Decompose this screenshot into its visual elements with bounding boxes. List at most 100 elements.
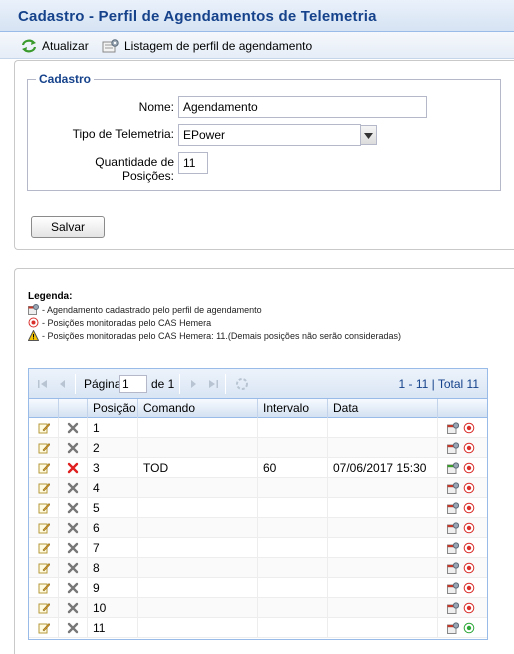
cell-interval bbox=[258, 418, 328, 438]
delete-icon[interactable] bbox=[67, 442, 79, 454]
delete-icon[interactable] bbox=[67, 502, 79, 514]
column-header-command[interactable]: Comando bbox=[138, 399, 258, 418]
table-row[interactable]: 7 bbox=[29, 538, 487, 558]
edit-icon[interactable] bbox=[38, 482, 51, 494]
edit-icon[interactable] bbox=[38, 582, 51, 594]
edit-icon[interactable] bbox=[38, 622, 51, 634]
schedule-profile-icon[interactable] bbox=[447, 462, 460, 474]
cell-command bbox=[138, 538, 258, 558]
pagination-toolbar: Página de 1 1 - 11 | Total 11 bbox=[29, 369, 487, 399]
table-row[interactable]: 6 bbox=[29, 518, 487, 538]
delete-icon[interactable] bbox=[67, 462, 79, 474]
cell-command bbox=[138, 498, 258, 518]
table-row[interactable]: 3 TOD 60 07/06/2017 15:30 bbox=[29, 458, 487, 478]
delete-icon[interactable] bbox=[67, 522, 79, 534]
cell-interval bbox=[258, 538, 328, 558]
cell-position: 11 bbox=[88, 618, 138, 638]
table-row[interactable]: 9 bbox=[29, 578, 487, 598]
edit-icon[interactable] bbox=[38, 442, 51, 454]
delete-icon[interactable] bbox=[67, 562, 79, 574]
table-row[interactable]: 2 bbox=[29, 438, 487, 458]
monitor-status-icon[interactable] bbox=[463, 582, 475, 594]
quantity-label: Quantidade de Posições: bbox=[68, 155, 174, 183]
monitor-status-icon[interactable] bbox=[463, 422, 475, 434]
cell-interval bbox=[258, 518, 328, 538]
table-row[interactable]: 1 bbox=[29, 418, 487, 438]
schedule-profile-icon[interactable] bbox=[447, 502, 460, 514]
last-page-icon[interactable] bbox=[207, 378, 219, 390]
monitor-status-icon[interactable] bbox=[463, 602, 475, 614]
delete-icon[interactable] bbox=[67, 582, 79, 594]
cell-date bbox=[328, 558, 438, 578]
reload-icon[interactable] bbox=[235, 377, 249, 391]
cell-interval bbox=[258, 498, 328, 518]
monitor-status-icon[interactable] bbox=[463, 502, 475, 514]
delete-icon[interactable] bbox=[67, 542, 79, 554]
legend-text-scheduled: - Agendamento cadastrado pelo perfil de … bbox=[42, 304, 262, 315]
status-column-header bbox=[438, 399, 487, 418]
schedule-profile-icon[interactable] bbox=[447, 602, 460, 614]
edit-icon[interactable] bbox=[38, 422, 51, 434]
cell-interval bbox=[258, 438, 328, 458]
table-row[interactable]: 4 bbox=[29, 478, 487, 498]
edit-icon[interactable] bbox=[38, 602, 51, 614]
monitor-status-icon[interactable] bbox=[463, 442, 475, 454]
cell-position: 5 bbox=[88, 498, 138, 518]
pager-separator bbox=[75, 374, 76, 394]
table-row[interactable]: 8 bbox=[29, 558, 487, 578]
schedule-profile-icon[interactable] bbox=[447, 562, 460, 574]
monitor-status-icon[interactable] bbox=[463, 622, 475, 634]
schedule-profile-icon[interactable] bbox=[447, 522, 460, 534]
legend-item-monitored: - Posições monitoradas pelo CAS Hemera bbox=[28, 317, 211, 328]
schedule-profile-icon[interactable] bbox=[447, 422, 460, 434]
monitor-status-icon[interactable] bbox=[463, 522, 475, 534]
cell-command bbox=[138, 418, 258, 438]
edit-icon[interactable] bbox=[38, 562, 51, 574]
cell-position: 9 bbox=[88, 578, 138, 598]
first-page-icon[interactable] bbox=[37, 378, 49, 390]
quantity-label-line1: Quantidade de bbox=[95, 155, 174, 169]
table-row[interactable]: 11 bbox=[29, 618, 487, 638]
schedule-profile-icon[interactable] bbox=[447, 622, 460, 634]
telemetry-type-select[interactable] bbox=[178, 124, 361, 146]
edit-icon[interactable] bbox=[38, 542, 51, 554]
delete-icon[interactable] bbox=[67, 622, 79, 634]
schedule-profile-icon[interactable] bbox=[447, 542, 460, 554]
refresh-icon bbox=[20, 38, 38, 54]
cell-date bbox=[328, 518, 438, 538]
schedule-profile-icon[interactable] bbox=[447, 582, 460, 594]
monitor-status-icon[interactable] bbox=[463, 542, 475, 554]
column-header-position[interactable]: Posição bbox=[88, 399, 138, 418]
list-profiles-button[interactable]: Listagem de perfil de agendamento bbox=[102, 37, 312, 55]
edit-icon[interactable] bbox=[38, 462, 51, 474]
delete-icon[interactable] bbox=[67, 422, 79, 434]
column-header-date[interactable]: Data bbox=[328, 399, 438, 418]
positions-quantity-input[interactable] bbox=[178, 152, 208, 174]
column-header-interval[interactable]: Intervalo bbox=[258, 399, 328, 418]
page-number-input[interactable] bbox=[119, 375, 147, 393]
monitor-status-icon[interactable] bbox=[463, 482, 475, 494]
edit-icon[interactable] bbox=[38, 502, 51, 514]
schedule-profile-icon[interactable] bbox=[447, 482, 460, 494]
previous-page-icon[interactable] bbox=[57, 378, 69, 390]
schedule-profile-icon[interactable] bbox=[447, 442, 460, 454]
edit-icon[interactable] bbox=[38, 522, 51, 534]
cell-interval bbox=[258, 578, 328, 598]
next-page-icon[interactable] bbox=[187, 378, 199, 390]
monitor-status-icon[interactable] bbox=[463, 462, 475, 474]
save-button[interactable]: Salvar bbox=[31, 216, 105, 238]
cell-position: 7 bbox=[88, 538, 138, 558]
page-count-label: de 1 bbox=[151, 377, 175, 391]
monitor-status-icon[interactable] bbox=[463, 562, 475, 574]
delete-icon[interactable] bbox=[67, 602, 79, 614]
chevron-down-icon bbox=[364, 128, 373, 142]
name-input[interactable] bbox=[178, 96, 427, 118]
delete-column-header bbox=[59, 399, 88, 418]
table-row[interactable]: 5 bbox=[29, 498, 487, 518]
cell-command bbox=[138, 478, 258, 498]
delete-icon[interactable] bbox=[67, 482, 79, 494]
refresh-button[interactable]: Atualizar bbox=[20, 37, 89, 55]
telemetry-type-dropdown-button[interactable] bbox=[360, 125, 377, 145]
table-row[interactable]: 10 bbox=[29, 598, 487, 618]
cell-command bbox=[138, 438, 258, 458]
